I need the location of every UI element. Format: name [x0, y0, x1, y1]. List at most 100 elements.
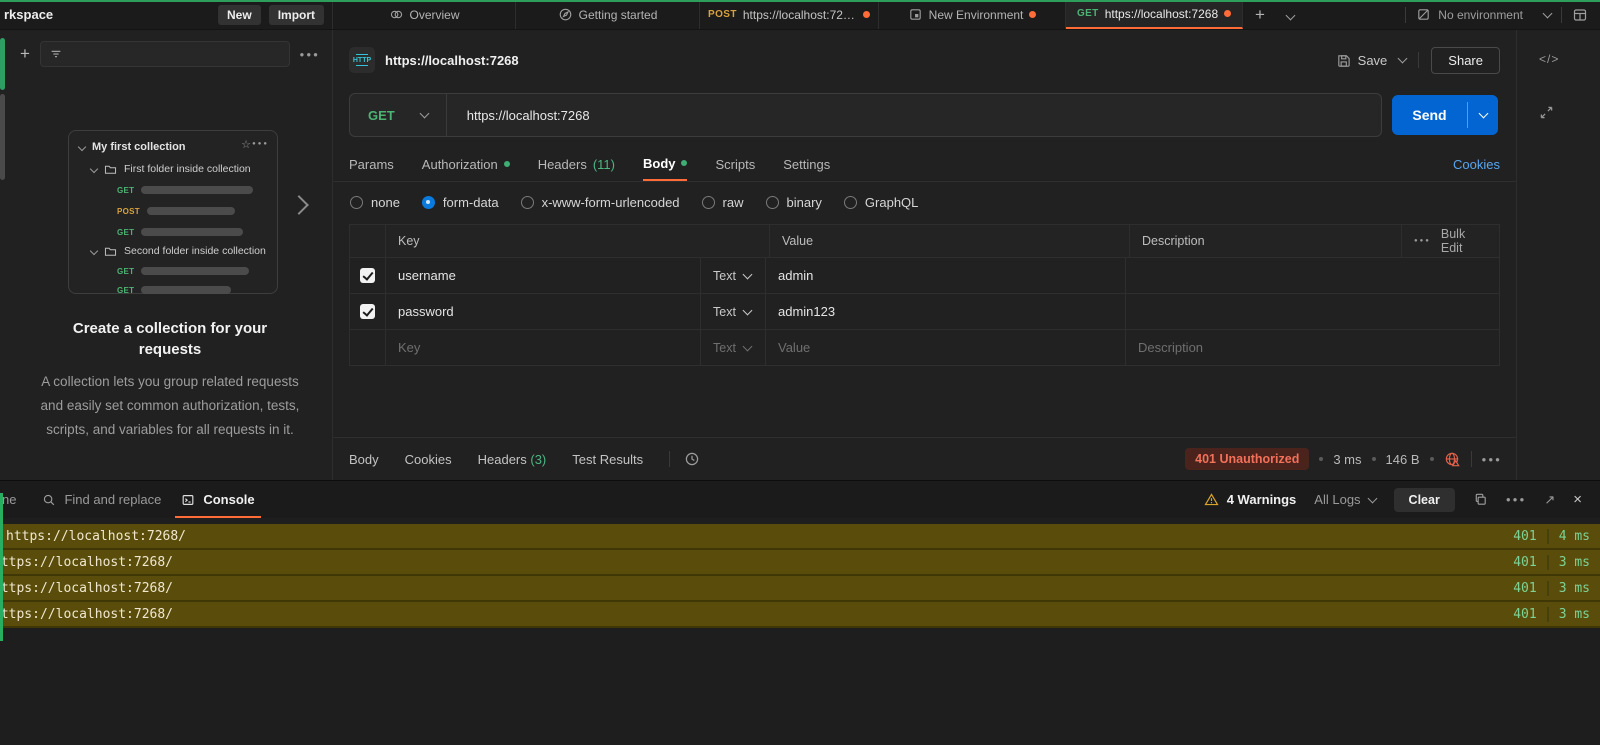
bulk-edit-button[interactable]: ●●● Bulk Edit [1402, 225, 1499, 257]
copy-icon[interactable] [1473, 492, 1488, 507]
response-history-clock-icon[interactable] [684, 451, 700, 467]
tab-options-chevron[interactable] [1277, 6, 1304, 24]
title-actions: Save Share [1336, 47, 1500, 74]
body-mode-form-data[interactable]: form-data [422, 195, 499, 210]
header-checkbox-cell [350, 225, 386, 257]
tab-body[interactable]: Body [643, 147, 688, 181]
new-button[interactable]: New [218, 5, 261, 25]
url-input[interactable]: https://localhost:7268 [447, 108, 590, 123]
column-header-key: Key [386, 225, 770, 257]
response-tab-cookies[interactable]: Cookies [405, 452, 452, 467]
cookies-link[interactable]: Cookies [1453, 157, 1500, 172]
key-placeholder[interactable]: Key [398, 340, 420, 355]
environment-quick-look-icon[interactable] [1572, 7, 1588, 23]
request-name-placeholder-bar [141, 228, 243, 236]
tab-headers[interactable]: Headers(11) [538, 147, 615, 181]
response-size[interactable]: 146 B [1386, 452, 1420, 467]
tab-label: https://localhost:7268 [1105, 7, 1218, 21]
save-options-chevron[interactable] [1398, 54, 1408, 64]
console-log-row[interactable]: https://localhost:7268/ 4013 ms [0, 576, 1600, 602]
tab-authorization[interactable]: Authorization [422, 147, 510, 181]
new-tab-button[interactable]: + [1243, 5, 1277, 25]
preview-folder-name: Second folder inside collection [124, 245, 266, 257]
clear-console-button[interactable]: Clear [1394, 488, 1455, 512]
left-rail-scrollbar[interactable] [0, 94, 5, 180]
sidebar-heading: Create a collection for your requests [42, 318, 298, 360]
send-options-chevron[interactable] [1468, 95, 1498, 135]
console-more-button[interactable]: ●●● [1506, 495, 1527, 504]
console-log-list: https://localhost:7268/ 4014 ms https://… [0, 524, 1600, 628]
url-builder: GET https://localhost:7268 [349, 93, 1382, 137]
column-header-value: Value [770, 225, 1130, 257]
body-mode-none[interactable]: none [350, 195, 400, 210]
tab-post-request[interactable]: POST https://localhost:7268/ [700, 0, 879, 29]
open-external-icon[interactable]: ↗ [1544, 492, 1555, 508]
type-selector[interactable]: Text [701, 330, 766, 365]
description-placeholder[interactable]: Description [1138, 340, 1203, 355]
partial-tab-label[interactable]: ne [2, 492, 16, 507]
type-selector[interactable]: Text [701, 294, 766, 329]
response-time[interactable]: 3 ms [1333, 452, 1361, 467]
tab-scripts[interactable]: Scripts [715, 147, 755, 181]
unsaved-dot-icon [1224, 10, 1231, 17]
share-button[interactable]: Share [1431, 47, 1500, 74]
divider [1547, 555, 1549, 570]
key-cell[interactable]: password [398, 304, 454, 319]
collections-filter-input[interactable] [40, 41, 290, 67]
request-title[interactable]: https://localhost:7268 [385, 53, 519, 68]
console-log-row[interactable]: https://localhost:7268/ 4014 ms [0, 524, 1600, 550]
body-mode-raw[interactable]: raw [702, 195, 744, 210]
body-mode-graphql[interactable]: GraphQL [844, 195, 918, 210]
request-tab-strip: Overview Getting started POST https://lo… [332, 0, 1243, 29]
warnings-filter[interactable]: 4 Warnings [1204, 492, 1297, 507]
tab-new-environment[interactable]: New Environment [879, 0, 1066, 29]
find-and-replace-button[interactable]: Find and replace [32, 481, 171, 518]
chevron-down-icon [78, 143, 86, 151]
body-mode-binary[interactable]: binary [766, 195, 822, 210]
sidebar-toolbar: + ●●● [20, 40, 320, 68]
ssl-warning-globe-icon[interactable] [1444, 451, 1461, 468]
tab-settings[interactable]: Settings [783, 147, 830, 181]
type-selector[interactable]: Text [701, 258, 766, 293]
body-mode-x-www-form-urlencoded[interactable]: x-www-form-urlencoded [521, 195, 680, 210]
row-enabled-checkbox[interactable] [360, 304, 375, 319]
console-tab[interactable]: Console [171, 481, 264, 518]
console-log-row[interactable]: https://localhost:7268/ 4013 ms [0, 602, 1600, 628]
preview-next-chevron[interactable] [289, 195, 309, 215]
logs-filter-dropdown[interactable]: All Logs [1314, 492, 1375, 507]
workspace-name[interactable]: rkspace [0, 0, 218, 29]
preview-request-method: POST [117, 207, 140, 216]
sidebar-more-button[interactable]: ●●● [300, 50, 321, 59]
tab-params[interactable]: Params [349, 147, 394, 181]
tab-label: Getting started [579, 8, 658, 22]
environment-selector[interactable]: No environment [1416, 7, 1551, 22]
status-badge[interactable]: 401 Unauthorized [1185, 448, 1309, 470]
tab-get-request-active[interactable]: GET https://localhost:7268 [1066, 0, 1243, 29]
response-tab-body[interactable]: Body [349, 452, 379, 467]
tab-label: https://localhost:7268/ [743, 8, 857, 22]
method-selector[interactable]: GET [350, 108, 446, 123]
preview-request-row: GET [117, 183, 253, 197]
console-log-row[interactable]: https://localhost:7268/ 4013 ms [0, 550, 1600, 576]
expand-pane-icon[interactable] [1539, 105, 1554, 120]
response-tab-test-results[interactable]: Test Results [572, 452, 643, 467]
value-placeholder[interactable]: Value [778, 340, 810, 355]
send-button[interactable]: Send [1392, 95, 1498, 135]
tab-getting-started[interactable]: Getting started [516, 0, 700, 29]
log-duration: 3 ms [1559, 581, 1590, 596]
code-snippet-icon[interactable]: </> [1539, 52, 1559, 66]
tab-overview[interactable]: Overview [333, 0, 516, 29]
response-more-button[interactable]: ●●● [1482, 455, 1503, 464]
row-enabled-checkbox[interactable] [360, 268, 375, 283]
add-collection-button[interactable]: + [20, 44, 30, 64]
save-button[interactable]: Save [1336, 53, 1388, 68]
import-button[interactable]: Import [269, 5, 324, 25]
response-tab-headers[interactable]: Headers (3) [478, 452, 547, 467]
value-cell[interactable]: admin [778, 268, 813, 283]
log-status: 401 [1513, 607, 1536, 622]
divider [1418, 52, 1419, 68]
key-cell[interactable]: username [398, 268, 456, 283]
close-console-icon[interactable]: × [1573, 491, 1582, 508]
value-cell[interactable]: admin123 [778, 304, 835, 319]
log-status: 401 [1513, 529, 1536, 544]
